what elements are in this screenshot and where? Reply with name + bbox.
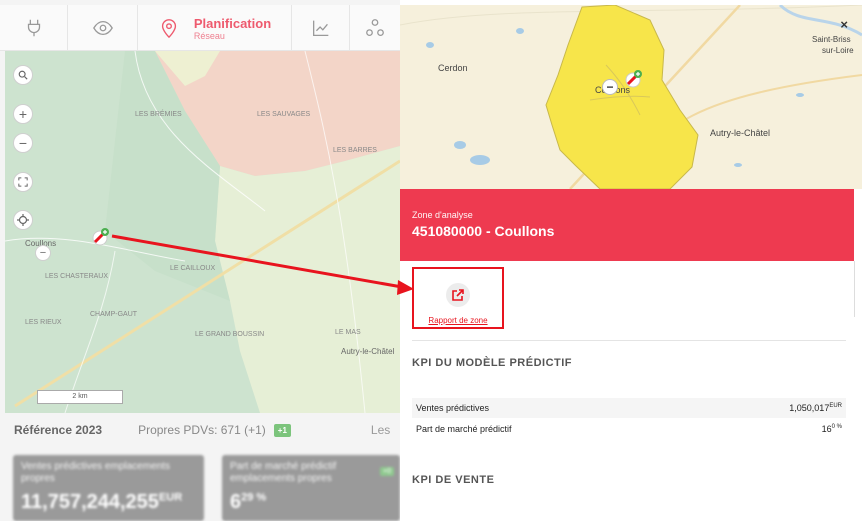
kpi-row-unit: EUR [829,403,842,409]
zone-report-highlight[interactable]: Rapport de zone [412,267,504,329]
map-place-label: Saint-Briss [812,35,851,44]
eye-icon [92,20,113,36]
minus-icon: − [39,246,47,259]
zoom-out-button[interactable]: − [13,133,33,153]
map-scale: 2 km [37,390,123,404]
nav-analytics[interactable] [292,5,350,51]
plus-icon: + [18,106,28,122]
panel-scrollbar[interactable] [854,261,855,317]
network-map[interactable]: LES BRÉMIES LES SAUVAGES LE CAILLOUX CHA… [5,51,400,413]
map-label: LES RIEUX [25,319,62,326]
external-link-icon [452,289,464,301]
own-pdv-count: Propres PDVs: 671 (+1) [138,423,266,437]
search-icon [18,70,28,80]
reference-title: Référence 2023 [14,423,103,437]
store-marker[interactable] [624,69,644,89]
store-minus-marker[interactable]: − [35,245,51,261]
map-label: LES CHASTERAUX [45,273,109,280]
nav-planification-title: Planification [193,15,272,31]
store-marker[interactable] [91,227,111,247]
target-icon [17,214,29,226]
kpi-card-value: 6 [230,491,242,513]
reference-bar: Référence 2023 Propres PDVs: 671 (+1) +1… [0,413,400,447]
store-marker-icon [625,70,642,88]
kpi-card-value: 11,757,244,255 [21,491,159,513]
pdv-delta-badge: +1 [273,423,291,437]
locate-button[interactable] [13,210,33,230]
close-panel-button[interactable]: × [840,17,848,32]
map-label: LE CAILLOUX [170,265,216,272]
kpi-row-label: Ventes prédictives [416,403,490,413]
fullscreen-button[interactable] [13,172,33,192]
zone-title: 451080000 - Coullons [412,223,555,239]
network-icon [366,19,384,36]
map-place-label: Autry-le-Châtel [710,128,771,138]
nav-tools[interactable] [0,5,68,51]
nav-network[interactable] [350,5,400,51]
map-label: LES SAUVAGES [257,111,311,118]
map-label: LE MAS [335,329,361,336]
map-background [5,51,400,413]
kpi-card-label: Part de marché prédictif emplacements pr… [230,461,337,484]
store-minus-marker[interactable]: − [602,79,618,95]
reference-les: Les [370,423,391,437]
map-label: CHAMP-GAUT [90,311,138,318]
kpi-card-sales: Ventes prédictives emplacements propres … [13,455,204,521]
kpi-card-share: Part de marché prédictif emplacements pr… [222,455,400,521]
kpi-card-unit: 29 % [241,491,267,504]
fullscreen-icon [18,177,28,187]
map-pin-icon [161,19,176,39]
top-navigation: Planification Réseau [0,5,400,51]
map-label: LE GRAND BOUSSIN [195,331,265,338]
line-chart-icon [312,20,328,36]
zone-detail-panel: Cerdon Coullons Autry-le-Châtel Saint-Br… [400,5,862,521]
zone-report-button[interactable] [446,283,470,307]
kpi-row: Part de marché prédictif 160 % [412,419,846,439]
kpi-model-title: KPI DU MODÈLE PRÉDICTIF [412,357,573,369]
zone-map[interactable]: Cerdon Coullons Autry-le-Châtel Saint-Br… [400,5,862,189]
zone-report-link[interactable]: Rapport de zone [428,316,487,325]
kpi-row-label: Part de marché prédictif [416,424,512,434]
map-place-label: Cerdon [438,63,468,73]
kpi-row-unit: 0 % [831,424,842,430]
minus-icon: − [18,135,28,151]
nav-planification[interactable]: Planification Réseau [138,5,292,51]
nav-planification-subtitle: Réseau [193,30,225,41]
nav-view[interactable] [68,5,138,51]
map-place-label: sur-Loire [822,46,854,55]
divider [412,340,846,341]
kpi-card-badge: +0 [380,467,394,476]
kpi-row: Ventes prédictives 1,050,017EUR [412,398,846,418]
kpi-sales-title: KPI DE VENTE [412,474,495,486]
map-search-button[interactable] [13,65,33,85]
zone-label: Zone d'analyse [412,210,473,220]
map-label: LES BARRES [333,147,377,154]
zoom-in-button[interactable]: + [13,104,33,124]
app-root: Planification Réseau LES BRÉMIES LES SAU… [0,0,862,521]
zone-map-background [400,5,862,189]
store-marker-icon [92,228,109,246]
main-app-area: Planification Réseau LES BRÉMIES LES SAU… [0,0,400,521]
plug-icon [27,19,40,37]
zone-header: Zone d'analyse 451080000 - Coullons [400,189,854,261]
kpi-card-label: Ventes prédictives emplacements propres [21,461,170,484]
kpi-row-value: 1,050,017 [789,403,830,413]
kpi-row-value: 16 [821,424,832,434]
kpi-card-unit: EUR [158,491,183,504]
map-label: LES BRÉMIES [135,111,182,118]
minus-icon: − [606,80,614,94]
map-place-label: Autry-le-Châtel [341,347,395,356]
